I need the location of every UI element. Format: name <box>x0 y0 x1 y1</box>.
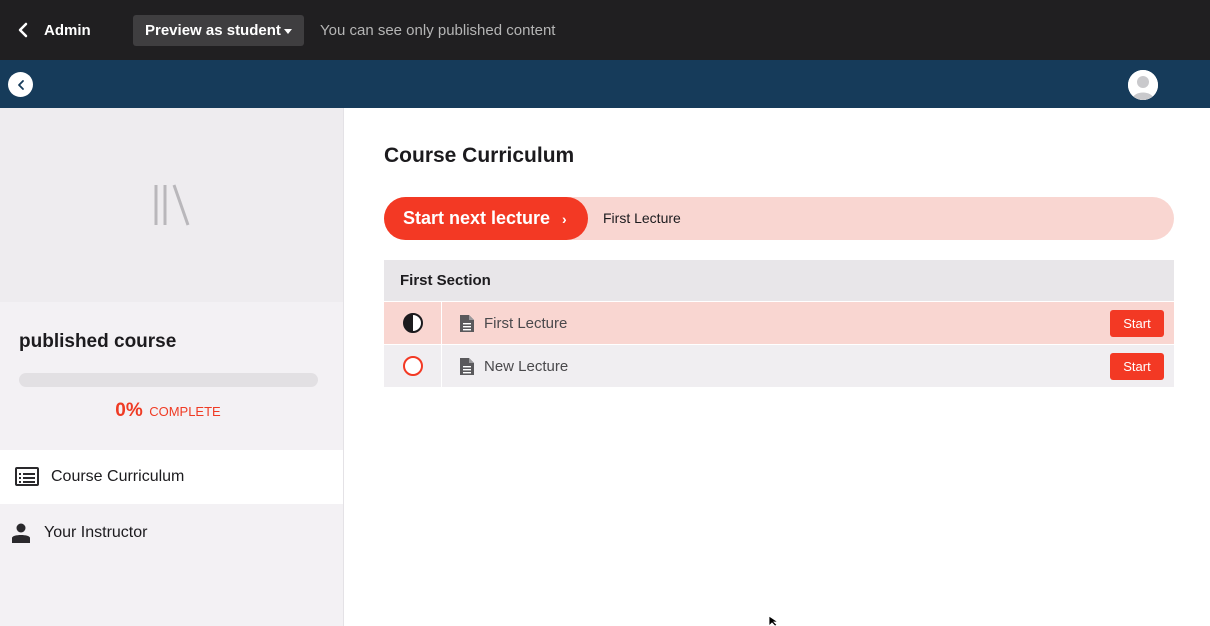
progress-complete-label: COMPLETE <box>149 404 221 419</box>
status-cell <box>384 345 442 387</box>
lecture-name: First Lecture <box>484 314 568 332</box>
status-cell <box>384 302 442 344</box>
next-lecture-name: First Lecture <box>603 210 681 226</box>
start-next-lecture-label: Start next lecture <box>403 208 551 228</box>
course-image-placeholder <box>0 108 343 302</box>
section-header: First Section <box>384 260 1174 301</box>
next-lecture-bar: Start next lecture › First Lecture <box>384 197 1174 240</box>
progress-percent: 0% <box>115 400 143 421</box>
document-icon <box>460 314 474 332</box>
sidebar-item-course-curriculum[interactable]: Course Curriculum <box>0 450 343 504</box>
published-content-note: You can see only published content <box>320 22 556 39</box>
list-icon <box>15 467 39 486</box>
document-icon <box>460 357 474 375</box>
person-icon <box>12 523 30 543</box>
admin-bar: Admin Preview as student You can see onl… <box>0 0 1210 60</box>
lecture-row[interactable]: First Lecture Start <box>384 302 1174 344</box>
admin-back-label: Admin <box>44 21 91 39</box>
empty-circle-icon <box>402 356 423 376</box>
lecture-name: New Lecture <box>484 357 569 375</box>
progress-bar <box>19 373 318 387</box>
lecture-row[interactable]: New Lecture Start <box>384 345 1174 387</box>
preview-as-student-dropdown[interactable]: Preview as student <box>133 15 304 46</box>
progress-text: 0% COMPLETE <box>0 400 336 422</box>
sidebar-item-your-instructor[interactable]: Your Instructor <box>0 506 343 560</box>
page-title: Course Curriculum <box>384 144 575 167</box>
course-back-button[interactable] <box>8 72 33 97</box>
start-next-lecture-button[interactable]: Start next lecture › <box>384 197 588 240</box>
chevron-left-icon <box>17 79 24 90</box>
chevron-right-icon: › <box>562 211 567 227</box>
chevron-left-icon <box>18 22 28 38</box>
course-title: published course <box>19 331 177 352</box>
admin-back-button[interactable]: Admin <box>14 18 91 42</box>
start-lecture-button[interactable]: Start <box>1110 310 1164 337</box>
section-title: First Section <box>400 272 491 289</box>
user-silhouette-icon <box>1128 70 1158 100</box>
caret-down-icon <box>284 29 292 34</box>
preview-label: Preview as student <box>145 22 281 39</box>
user-avatar[interactable] <box>1128 70 1158 100</box>
library-icon <box>154 184 189 226</box>
mouse-cursor-icon <box>769 616 779 626</box>
sidebar-item-label: Your Instructor <box>44 524 148 541</box>
half-circle-progress-icon <box>402 313 423 333</box>
curriculum-main: Course Curriculum Start next lecture › F… <box>344 108 1210 626</box>
sidebar-item-label: Course Curriculum <box>51 468 185 485</box>
course-sidebar: published course 0% COMPLETE Course Curr… <box>0 108 344 626</box>
start-lecture-button[interactable]: Start <box>1110 353 1164 380</box>
course-nav-bar <box>0 60 1210 108</box>
